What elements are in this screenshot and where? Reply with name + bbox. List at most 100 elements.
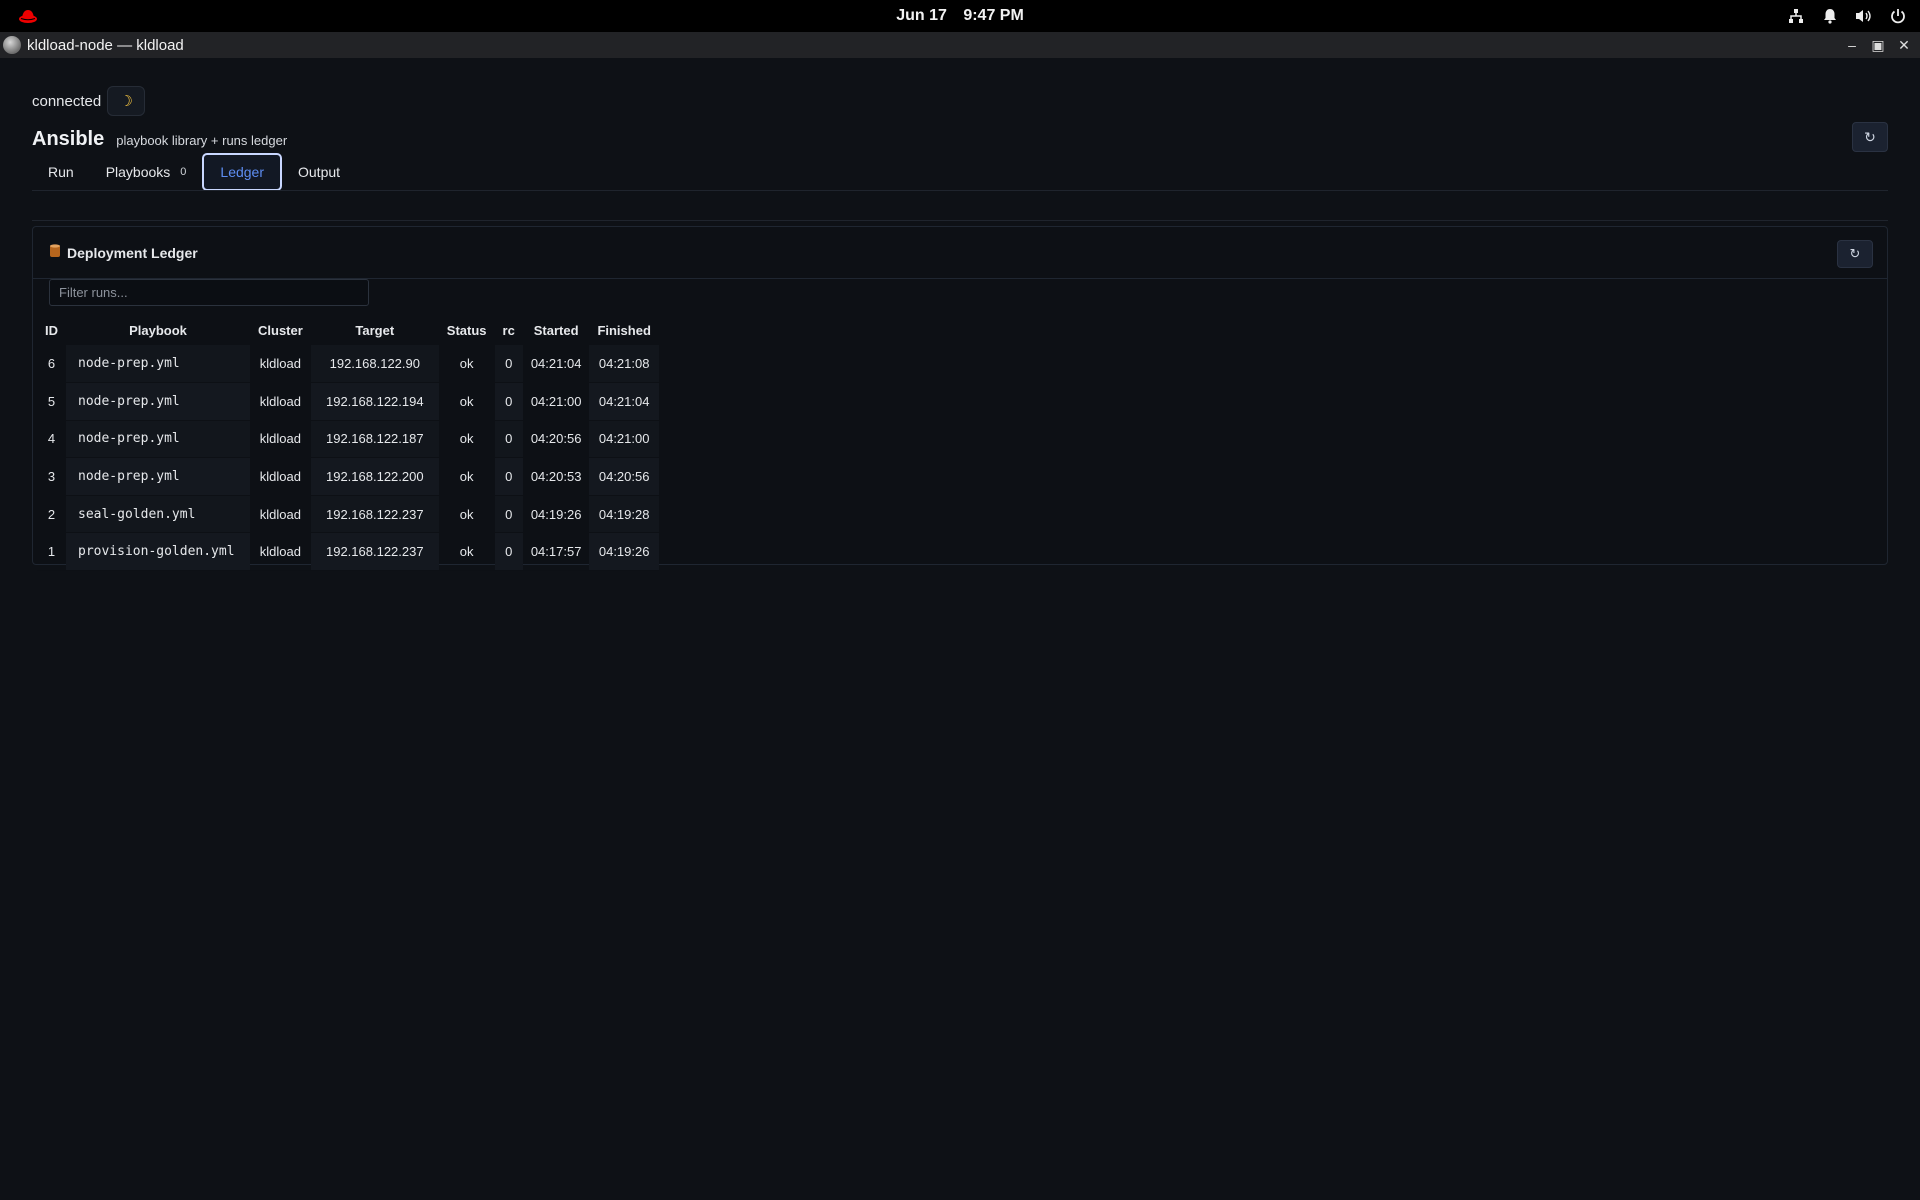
cell-cluster: kldload <box>250 532 311 572</box>
cell-started: 04:20:53 <box>522 457 590 496</box>
cell-cluster: kldload <box>250 457 311 496</box>
tab-run[interactable]: Run <box>32 153 90 191</box>
cell-id: 3 <box>37 457 66 496</box>
table-row[interactable]: 6 node-prep.yml kldload 192.168.122.90 o… <box>37 345 659 384</box>
tab-playbooks[interactable]: Playbooks 0 <box>90 153 203 191</box>
app-icon <box>3 36 21 54</box>
cell-cluster: kldload <box>250 382 311 421</box>
cell-status: ok <box>438 457 495 496</box>
close-icon[interactable]: ✕ <box>1896 35 1912 55</box>
column-header-finished[interactable]: Finished <box>589 315 658 345</box>
window-title: kldload-node — kldload <box>27 37 184 54</box>
cell-cluster: kldload <box>250 420 311 459</box>
system-tray <box>1786 6 1908 26</box>
tab-ledger[interactable]: Ledger <box>202 153 282 191</box>
cell-finished: 04:19:28 <box>589 495 659 534</box>
cell-rc: 0 <box>494 457 523 496</box>
cell-id: 6 <box>37 345 66 384</box>
cell-id: 5 <box>37 382 66 421</box>
cell-status: ok <box>438 345 495 384</box>
tab-playbooks-label: Playbooks <box>105 164 171 180</box>
connection-status-text: connected <box>32 92 102 110</box>
app-content: connected ☽ Ansible playbook library + r… <box>0 58 1920 1200</box>
volume-icon[interactable] <box>1854 6 1874 26</box>
cell-target: 192.168.122.194 <box>310 382 439 421</box>
log-icon <box>49 244 61 261</box>
panel-header: Deployment Ledger ↻ <box>33 227 1887 279</box>
cell-target: 192.168.122.90 <box>310 345 439 384</box>
column-header-rc[interactable]: rc <box>495 315 523 345</box>
table-header-row: ID Playbook Cluster Target Status rc Sta… <box>37 315 659 345</box>
cell-started: 04:19:26 <box>522 495 590 534</box>
tab-bar: Run Playbooks 0 Ledger Output <box>32 152 356 192</box>
cell-playbook: node-prep.yml <box>66 382 250 421</box>
page-header: Ansible playbook library + runs ledger <box>32 128 287 151</box>
table-row[interactable]: 3 node-prep.yml kldload 192.168.122.200 … <box>37 457 659 496</box>
cell-started: 04:21:04 <box>522 345 590 384</box>
cell-status: ok <box>438 495 495 534</box>
cell-finished: 04:21:04 <box>589 382 659 421</box>
column-header-started[interactable]: Started <box>523 315 590 345</box>
clock[interactable]: Jun 17 9:47 PM <box>0 7 1920 25</box>
table-row[interactable]: 5 node-prep.yml kldload 192.168.122.194 … <box>37 382 659 421</box>
tab-divider <box>32 190 1888 191</box>
cell-id: 2 <box>37 495 66 534</box>
cell-target: 192.168.122.237 <box>310 532 439 572</box>
ledger-table: ID Playbook Cluster Target Status rc Sta… <box>37 315 659 572</box>
clock-date: Jun 17 <box>896 7 947 24</box>
ledger-rows: 6 node-prep.yml kldload 192.168.122.90 o… <box>37 345 659 572</box>
cell-rc: 0 <box>494 345 523 384</box>
table-row[interactable]: 1 provision-golden.yml kldload 192.168.1… <box>37 532 659 572</box>
playbooks-count-badge: 0 <box>180 166 187 178</box>
cell-started: 04:17:57 <box>522 532 590 572</box>
window-controls: – ▣ ✕ <box>1844 35 1912 55</box>
cell-finished: 04:21:00 <box>589 420 659 459</box>
cell-rc: 0 <box>494 420 523 459</box>
window-title-bar[interactable]: kldload-node — kldload – ▣ ✕ <box>0 32 1920 58</box>
column-header-status[interactable]: Status <box>439 315 495 345</box>
cell-finished: 04:19:26 <box>589 532 659 572</box>
cell-finished: 04:21:08 <box>589 345 659 384</box>
cell-playbook: node-prep.yml <box>66 345 250 384</box>
power-icon[interactable] <box>1888 6 1908 26</box>
cell-playbook: node-prep.yml <box>66 457 250 496</box>
cell-rc: 0 <box>494 495 523 534</box>
tab-output[interactable]: Output <box>282 153 356 191</box>
cell-rc: 0 <box>494 532 523 572</box>
cell-started: 04:20:56 <box>522 420 590 459</box>
cell-playbook: seal-golden.yml <box>66 495 250 534</box>
cell-id: 1 <box>37 532 66 572</box>
maximize-icon[interactable]: ▣ <box>1870 35 1886 55</box>
refresh-button[interactable]: ↻ <box>1852 122 1888 152</box>
cell-target: 192.168.122.237 <box>310 495 439 534</box>
cell-finished: 04:20:56 <box>589 457 659 496</box>
filter-runs-input[interactable] <box>49 279 369 306</box>
theme-toggle-button[interactable]: ☽ <box>107 86 146 116</box>
cell-id: 4 <box>37 420 66 459</box>
table-row[interactable]: 2 seal-golden.yml kldload 192.168.122.23… <box>37 495 659 534</box>
tab-run-label: Run <box>48 164 74 180</box>
cell-cluster: kldload <box>250 345 311 384</box>
cell-status: ok <box>438 420 495 459</box>
column-header-id[interactable]: ID <box>37 315 66 345</box>
cell-started: 04:21:00 <box>522 382 590 421</box>
cell-status: ok <box>438 532 495 572</box>
page-subtitle: playbook library + runs ledger <box>116 133 288 148</box>
page-title: Ansible <box>32 128 105 150</box>
minimize-icon[interactable]: – <box>1844 35 1860 55</box>
moon-icon: ☽ <box>119 93 133 110</box>
column-header-playbook[interactable]: Playbook <box>66 315 250 345</box>
cell-playbook: node-prep.yml <box>66 420 250 459</box>
column-header-target[interactable]: Target <box>311 315 439 345</box>
network-icon[interactable] <box>1786 6 1806 26</box>
panel-title-text: Deployment Ledger <box>67 244 198 261</box>
cell-rc: 0 <box>494 382 523 421</box>
table-row[interactable]: 4 node-prep.yml kldload 192.168.122.187 … <box>37 420 659 459</box>
notification-bell-icon[interactable] <box>1820 6 1840 26</box>
panel-title: Deployment Ledger <box>49 244 198 261</box>
connection-status: connected ☽ <box>32 86 146 116</box>
column-header-cluster[interactable]: Cluster <box>250 315 311 345</box>
cell-playbook: provision-golden.yml <box>66 532 250 572</box>
ledger-refresh-button[interactable]: ↻ <box>1837 240 1873 268</box>
refresh-icon: ↻ <box>1849 246 1861 261</box>
